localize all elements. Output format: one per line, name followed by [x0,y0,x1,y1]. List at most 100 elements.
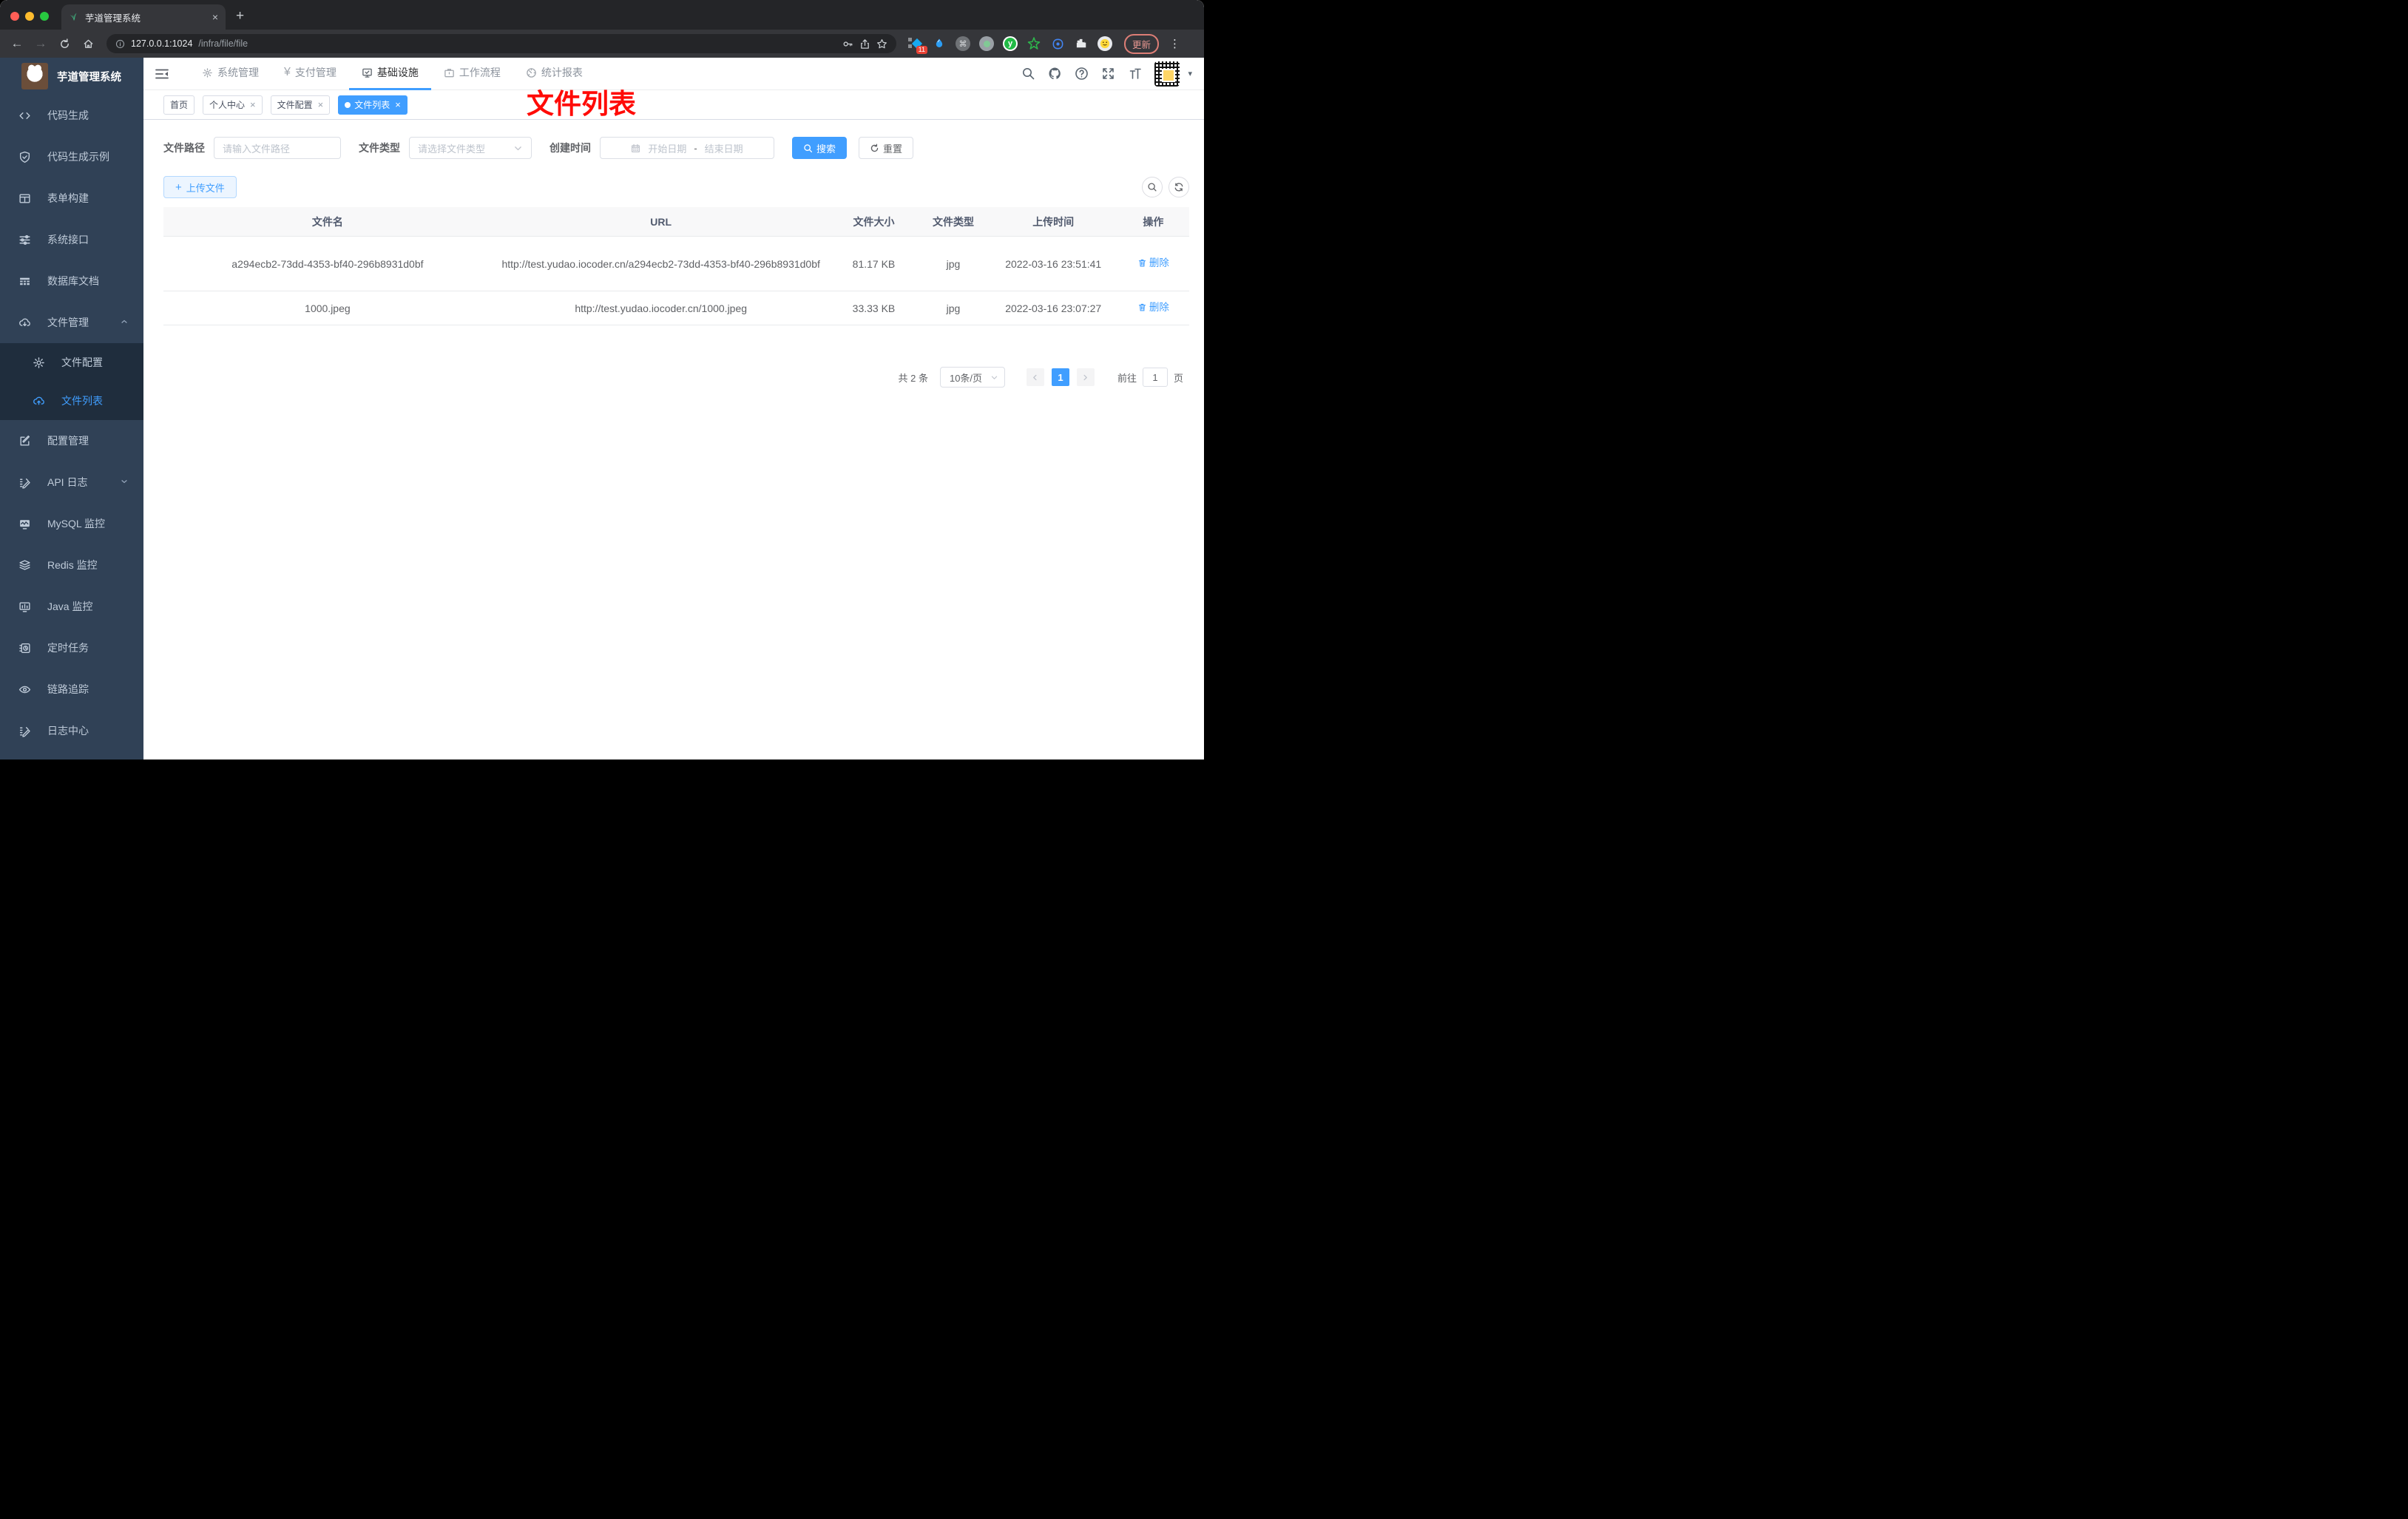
delete-button[interactable]: 删除 [1137,300,1169,316]
sidebar-item-code-demo[interactable]: 代码生成示例 [0,136,143,177]
url-path: /infra/file/file [198,38,248,49]
tag-home[interactable]: 首页 [163,95,195,115]
extension-command-icon[interactable]: ⌘ [956,36,970,51]
browser-window: 芋道管理系统 × + ← → 127.0.0.1:1024/infra/file… [0,0,1204,760]
minimize-window-button[interactable] [25,12,34,21]
sidebar-item-scheduled-tasks[interactable]: 定时任务 [0,627,143,669]
close-icon[interactable]: × [318,99,324,110]
toggle-search-button[interactable] [1142,177,1163,197]
active-dot [345,101,351,108]
refresh-button[interactable] [1169,177,1189,197]
user-avatar[interactable] [1154,61,1180,87]
page-unit-label: 页 [1173,372,1183,384]
extension-emoji-icon[interactable] [1098,36,1112,51]
goto-page-input[interactable] [1142,368,1168,387]
top-menu-infra[interactable]: 基础设施 [348,58,431,90]
fullscreen-icon[interactable] [1101,67,1115,81]
monitor-wave-icon [18,518,31,530]
browser-menu-icon[interactable]: ⋮ [1169,37,1180,50]
browser-tab[interactable]: 芋道管理系统 × [61,4,226,30]
sidebar-logo[interactable]: 芋道管理系统 [0,58,143,95]
help-icon[interactable] [1075,67,1089,81]
trash-icon [1138,260,1146,267]
sidebar-item-redis-monitor[interactable]: Redis 监控 [0,544,143,586]
top-menu-workflow[interactable]: 工作流程 [431,58,513,90]
caret-down-icon[interactable]: ▾ [1188,69,1192,78]
sidebar-item-api-log[interactable]: API 日志 [0,461,143,503]
tag-profile[interactable]: 个人中心 × [203,95,263,115]
navbar-right: ▾ [1021,61,1204,87]
extension-puzzle-icon[interactable] [1074,36,1089,51]
github-icon[interactable] [1048,67,1062,81]
prev-page-button[interactable] [1026,368,1044,386]
tab-close-icon[interactable]: × [212,12,218,22]
extension-icons: 11 ⌘ y [908,36,1112,54]
sidebar-item-file-config[interactable]: 文件配置 [0,343,143,382]
logo-avatar [21,63,48,89]
eye-icon [18,683,31,696]
share-icon[interactable] [859,38,870,50]
sidebar-item-file-manage[interactable]: 文件管理 [0,302,143,343]
sidebar-item-db-doc[interactable]: 数据库文档 [0,260,143,302]
table-grid-icon [18,275,31,288]
reload-icon[interactable] [55,36,74,51]
search-icon[interactable] [1021,67,1035,81]
col-file-type: 文件类型 [932,215,974,228]
upload-file-button[interactable]: + 上传文件 [163,176,237,198]
col-url: URL [650,215,672,228]
extension-star-icon[interactable] [1027,36,1041,51]
page-size-select[interactable]: 10条/页 [939,367,1005,388]
delete-button[interactable]: 删除 [1137,255,1169,271]
password-key-icon[interactable] [842,38,853,50]
sidebar-item-form-builder[interactable]: 表单构建 [0,177,143,219]
sidebar-item-config-manage[interactable]: 配置管理 [0,420,143,461]
top-menu: 系统管理 ¥ 支付管理 基础设施 工作流程 统计报表 [189,58,595,90]
file-type-select[interactable]: 请选择文件类型 [409,137,532,159]
extension-yudao-icon[interactable]: y [1003,36,1018,51]
extension-tabs-icon[interactable]: 11 [908,36,927,54]
top-menu-system[interactable]: 系统管理 [189,58,271,90]
back-icon[interactable]: ← [7,36,27,51]
top-menu-report[interactable]: 统计报表 [513,58,595,90]
extension-eye-icon[interactable] [1050,36,1065,51]
forward-icon[interactable]: → [31,36,50,51]
bookmark-star-icon[interactable] [876,38,887,50]
sidebar-collapse-icon[interactable] [154,66,170,82]
sidebar-item-mysql-monitor[interactable]: MySQL 监控 [0,503,143,544]
browser-update-button[interactable]: 更新 [1124,33,1160,54]
sidebar-item-file-list[interactable]: 文件列表 [0,382,143,420]
top-menu-pay[interactable]: ¥ 支付管理 [271,58,349,90]
close-window-button[interactable] [10,12,19,21]
sidebar-item-system-api[interactable]: 系统接口 [0,219,143,260]
cloud-upload-icon [33,395,45,407]
filter-form: 文件路径 请输入文件路径 文件类型 请选择文件类型 创建时间 开始日期 - 结束… [163,137,914,159]
sidebar-item-java-monitor[interactable]: Java 监控 [0,586,143,627]
sidebar-item-code-gen[interactable]: 代码生成 [0,95,143,136]
table-header-row: 文件名 URL 文件大小 文件类型 上传时间 操作 [163,207,1189,237]
file-path-input[interactable]: 请输入文件路径 [214,137,341,159]
close-icon[interactable]: × [250,99,256,110]
site-info-icon[interactable] [115,39,125,49]
page-number-button[interactable]: 1 [1051,368,1069,386]
sidebar-item-tracing[interactable]: 链路追踪 [0,669,143,710]
extension-recorder-icon[interactable] [979,36,994,51]
extension-badge: 11 [916,46,927,54]
code-icon [18,109,31,122]
date-range-input[interactable]: 开始日期 - 结束日期 [600,137,774,159]
monitor-check-icon [362,68,372,78]
search-button[interactable]: 搜索 [792,137,848,159]
sidebar-item-log-center[interactable]: 日志中心 [0,710,143,751]
zoom-window-button[interactable] [40,12,49,21]
window-controls[interactable] [10,12,49,21]
close-icon[interactable]: × [395,99,401,110]
cell-url: http://test.yudao.iocoder.cn/a294ecb2-73… [501,257,820,270]
address-bar[interactable]: 127.0.0.1:1024/infra/file/file [106,34,896,53]
next-page-button[interactable] [1076,368,1095,386]
reset-button[interactable]: 重置 [859,137,914,159]
extension-drop-icon[interactable] [932,36,947,51]
new-tab-button[interactable]: + [236,8,244,24]
tag-file-config[interactable]: 文件配置 × [270,95,331,115]
font-size-icon[interactable] [1128,67,1142,81]
tag-file-list[interactable]: 文件列表 × [338,95,407,115]
home-icon[interactable] [78,36,98,51]
